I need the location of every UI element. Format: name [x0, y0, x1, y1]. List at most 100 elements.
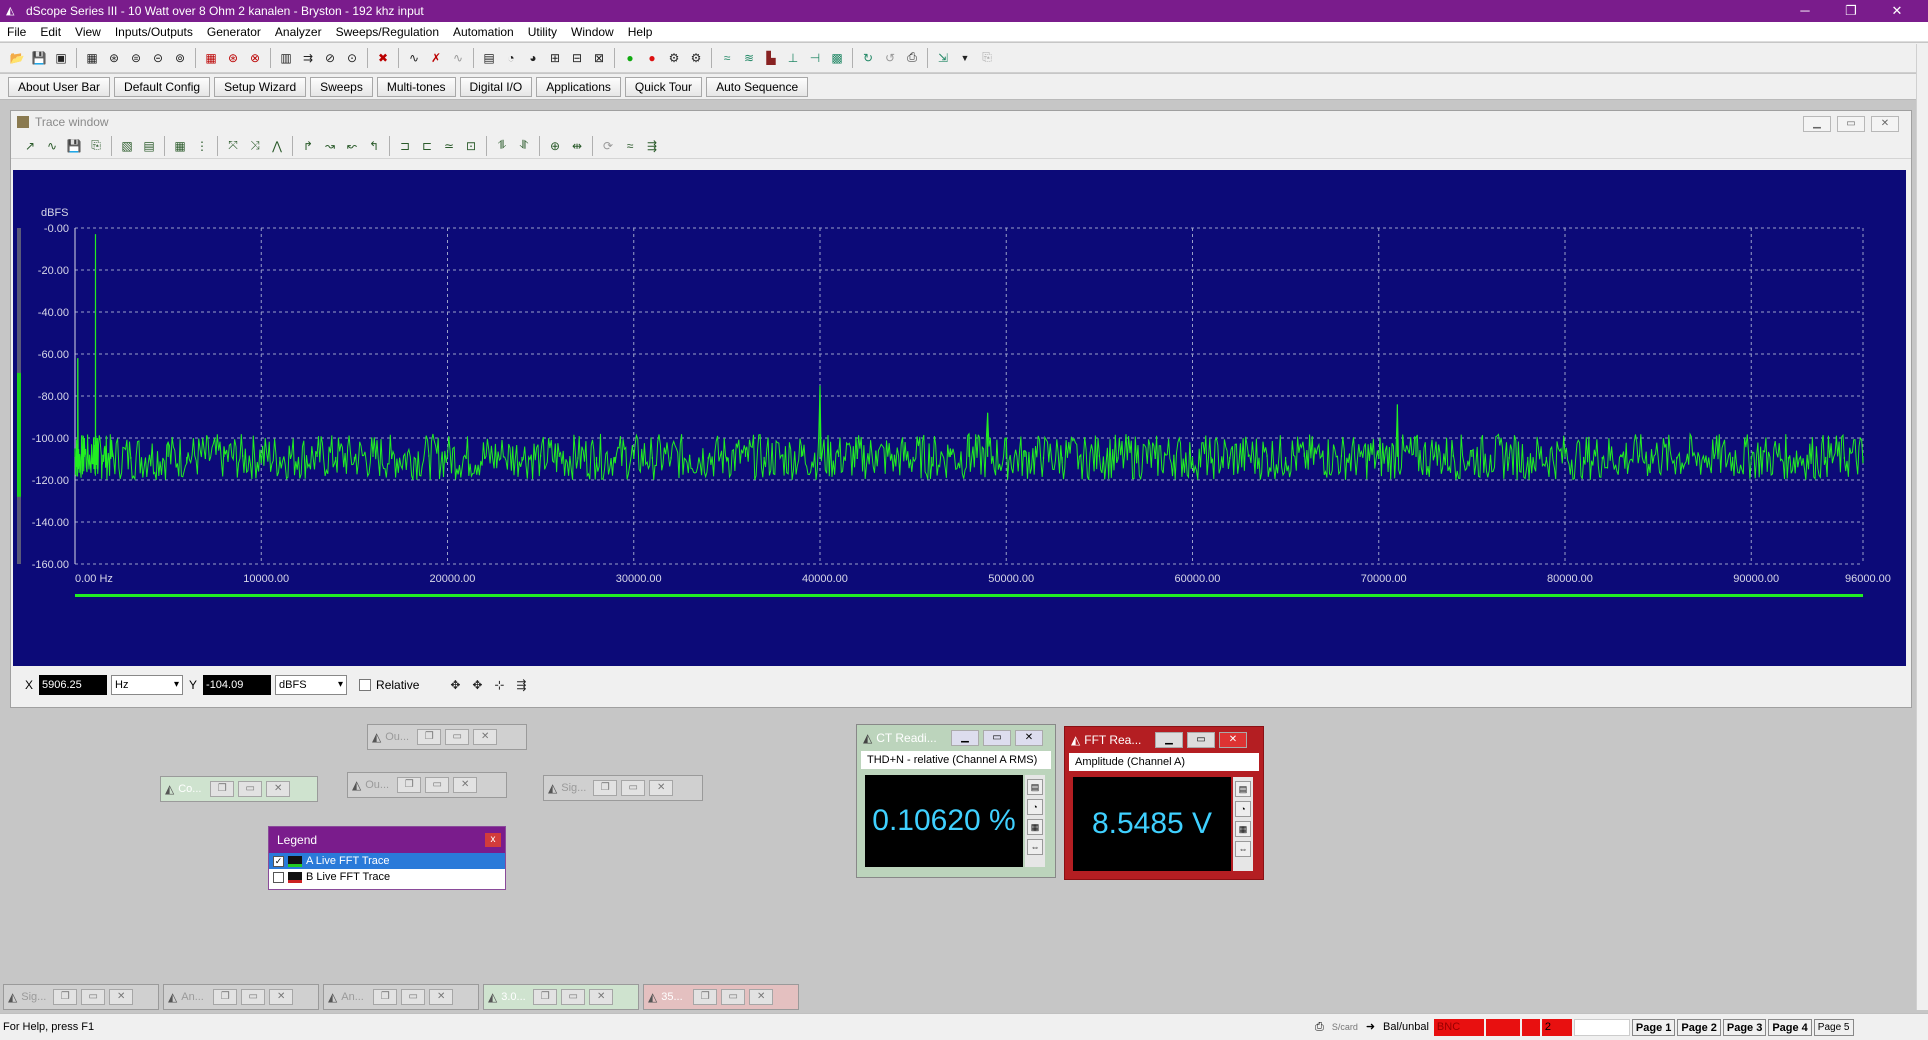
trace-marker-c-icon[interactable]: ⟳ — [598, 137, 618, 155]
close-icon[interactable]: ✕ — [453, 777, 478, 793]
settings-icon[interactable]: ▦ — [1235, 821, 1251, 837]
trace-tool-b-icon[interactable]: ∿ — [42, 137, 62, 155]
graph-a-icon[interactable]: ≈ — [717, 49, 737, 67]
maximize-icon[interactable]: ▭ — [621, 780, 646, 796]
graph-f-icon[interactable]: ▩ — [827, 49, 847, 67]
menu-inputs-outputs[interactable]: Inputs/Outputs — [108, 25, 200, 39]
copy-icon[interactable]: ⎘ — [977, 49, 997, 67]
cursor-tool-c-icon[interactable]: ⊹ — [489, 676, 509, 694]
trace-marker-e-icon[interactable]: ⇶ — [642, 137, 662, 155]
close-icon[interactable]: ✕ — [269, 989, 294, 1005]
legend-titlebar[interactable]: Legend x — [269, 827, 505, 853]
minimized-window-co[interactable]: ◭ Co... ❐ ▭ ✕ — [160, 776, 318, 802]
multi-tones-button[interactable]: Multi-tones — [376, 76, 456, 97]
refresh-icon[interactable]: ↻ — [858, 49, 878, 67]
trace-marker-a-icon[interactable]: ⊕ — [545, 137, 565, 155]
minimize-button[interactable]: ─ — [1782, 0, 1828, 22]
trace-scale-c-icon[interactable]: ≃ — [439, 137, 459, 155]
link-b-icon[interactable]: ⊟ — [567, 49, 587, 67]
legend-checkbox-b[interactable] — [273, 871, 284, 883]
trace-copy-icon[interactable]: ⎘ — [86, 137, 106, 155]
close-icon[interactable]: ✕ — [473, 729, 498, 745]
page-tab-3[interactable]: Page 3 — [1722, 1018, 1767, 1036]
output-a-icon[interactable]: ▦ — [82, 49, 102, 67]
menu-view[interactable]: View — [68, 25, 108, 39]
page-tab-2[interactable]: Page 2 — [1677, 1018, 1721, 1036]
trace-tool-f-icon[interactable]: ⋮ — [192, 137, 212, 155]
trace-arrow-b-icon[interactable]: ↝ — [320, 137, 340, 155]
close-button[interactable]: ✕ — [1874, 0, 1920, 22]
restore-icon[interactable]: ❐ — [417, 729, 442, 745]
minimized-window-an-2[interactable]: ◭ An... ❐ ▭ ✕ — [323, 984, 479, 1010]
cursor-tool-b-icon[interactable]: ✥ — [467, 676, 487, 694]
output-b-icon[interactable]: ⊛ — [104, 49, 124, 67]
input-off-icon[interactable]: ✖ — [373, 49, 393, 67]
trace-cursor-b-icon[interactable]: ⥯ — [514, 137, 534, 155]
trace-save-icon[interactable]: 💾 — [64, 137, 84, 155]
input-a-icon[interactable]: ▥ — [276, 49, 296, 67]
close-icon[interactable]: ✕ — [749, 989, 774, 1005]
trace-arrow-d-icon[interactable]: ↰ — [364, 137, 384, 155]
vertical-scrollbar[interactable] — [1916, 44, 1928, 1010]
restore-button[interactable]: ❐ — [1828, 0, 1874, 22]
setup-wizard-button[interactable]: Setup Wizard — [214, 76, 307, 97]
trace-arrow-a-icon[interactable]: ↱ — [298, 137, 318, 155]
minimized-window-signal[interactable]: ◭ Sig... ❐ ▭ ✕ — [543, 775, 703, 801]
y-unit-select[interactable]: dBFS — [275, 675, 348, 695]
undo-icon[interactable]: ↺ — [880, 49, 900, 67]
quick-tour-button[interactable]: Quick Tour — [624, 76, 703, 97]
restore-icon[interactable]: ❐ — [693, 989, 718, 1005]
cursor-tool-a-icon[interactable]: ✥ — [445, 676, 465, 694]
trace-scale-d-icon[interactable]: ⊡ — [461, 137, 481, 155]
link-a-icon[interactable]: ⊞ — [545, 49, 565, 67]
trace-maximize-button[interactable]: ▭ — [1837, 116, 1865, 132]
link-c-icon[interactable]: ⊠ — [589, 49, 609, 67]
about-user-bar-button[interactable]: About User Bar — [8, 76, 111, 97]
output-off-c-icon[interactable]: ⊗ — [245, 49, 265, 67]
menu-sweeps-regulation[interactable]: Sweeps/Regulation — [329, 25, 446, 39]
settings-icon[interactable]: ▦ — [1027, 819, 1043, 835]
thd-maximize-button[interactable]: ▭ — [983, 730, 1011, 746]
input-b-icon[interactable]: ⇉ — [298, 49, 318, 67]
graph-d-icon[interactable]: ⊥ — [783, 49, 803, 67]
meter-a-icon[interactable]: ◔ — [501, 49, 521, 67]
maximize-icon[interactable]: ▭ — [241, 989, 266, 1005]
output-off-a-icon[interactable]: ▦ — [201, 49, 221, 67]
trace-arrow-c-icon[interactable]: ↜ — [342, 137, 362, 155]
trace-tool-e-icon[interactable]: ▦ — [170, 137, 190, 155]
trace-close-button[interactable]: ✕ — [1871, 116, 1899, 132]
trace-cursor-a-icon[interactable]: ⥮ — [492, 137, 512, 155]
sweep-a-icon[interactable]: ⚙ — [664, 49, 684, 67]
trace-scale-a-icon[interactable]: ⊐ — [395, 137, 415, 155]
analyzer-a-icon[interactable]: ∿ — [404, 49, 424, 67]
output-d-icon[interactable]: ⊝ — [148, 49, 168, 67]
trace-zoom-b-icon[interactable]: ⤨ — [245, 137, 265, 155]
digital-io-button[interactable]: Digital I/O — [459, 76, 533, 97]
restore-icon[interactable]: ❐ — [53, 989, 78, 1005]
relative-checkbox[interactable] — [359, 679, 372, 691]
close-icon[interactable]: ✕ — [649, 780, 674, 796]
menu-window[interactable]: Window — [564, 25, 621, 39]
graph-e-icon[interactable]: ⊣ — [805, 49, 825, 67]
trace-tool-c-icon[interactable]: ▧ — [117, 137, 137, 155]
sweep-b-icon[interactable]: ⚙ — [686, 49, 706, 67]
minimized-window-output-1[interactable]: ◭ Ou... ❐ ▭ ✕ — [367, 724, 527, 750]
legend-row-b[interactable]: B Live FFT Trace — [269, 869, 505, 885]
fft-maximize-button[interactable]: ▭ — [1187, 732, 1215, 748]
minimized-window-output-2[interactable]: ◭ Ou... ❐ ▭ ✕ — [347, 772, 507, 798]
output-e-icon[interactable]: ⊚ — [170, 49, 190, 67]
maximize-icon[interactable]: ▭ — [425, 777, 450, 793]
open-icon[interactable]: 📂 — [7, 49, 27, 67]
maximize-icon[interactable]: ▭ — [445, 729, 470, 745]
maximize-icon[interactable]: ▭ — [401, 989, 426, 1005]
maximize-icon[interactable]: ▭ — [81, 989, 106, 1005]
restore-icon[interactable]: ❐ — [213, 989, 238, 1005]
save-all-icon[interactable]: ▣ — [51, 49, 71, 67]
cursor-tool-d-icon[interactable]: ⇶ — [511, 676, 531, 694]
record-icon[interactable]: ● — [642, 49, 662, 67]
page-tab-1[interactable]: Page 1 — [1631, 1018, 1676, 1036]
output-c-icon[interactable]: ⊜ — [126, 49, 146, 67]
page-tab-5[interactable]: Page 5 — [1813, 1018, 1854, 1036]
page-tab-4[interactable]: Page 4 — [1768, 1018, 1812, 1036]
close-icon[interactable]: ✕ — [109, 989, 134, 1005]
